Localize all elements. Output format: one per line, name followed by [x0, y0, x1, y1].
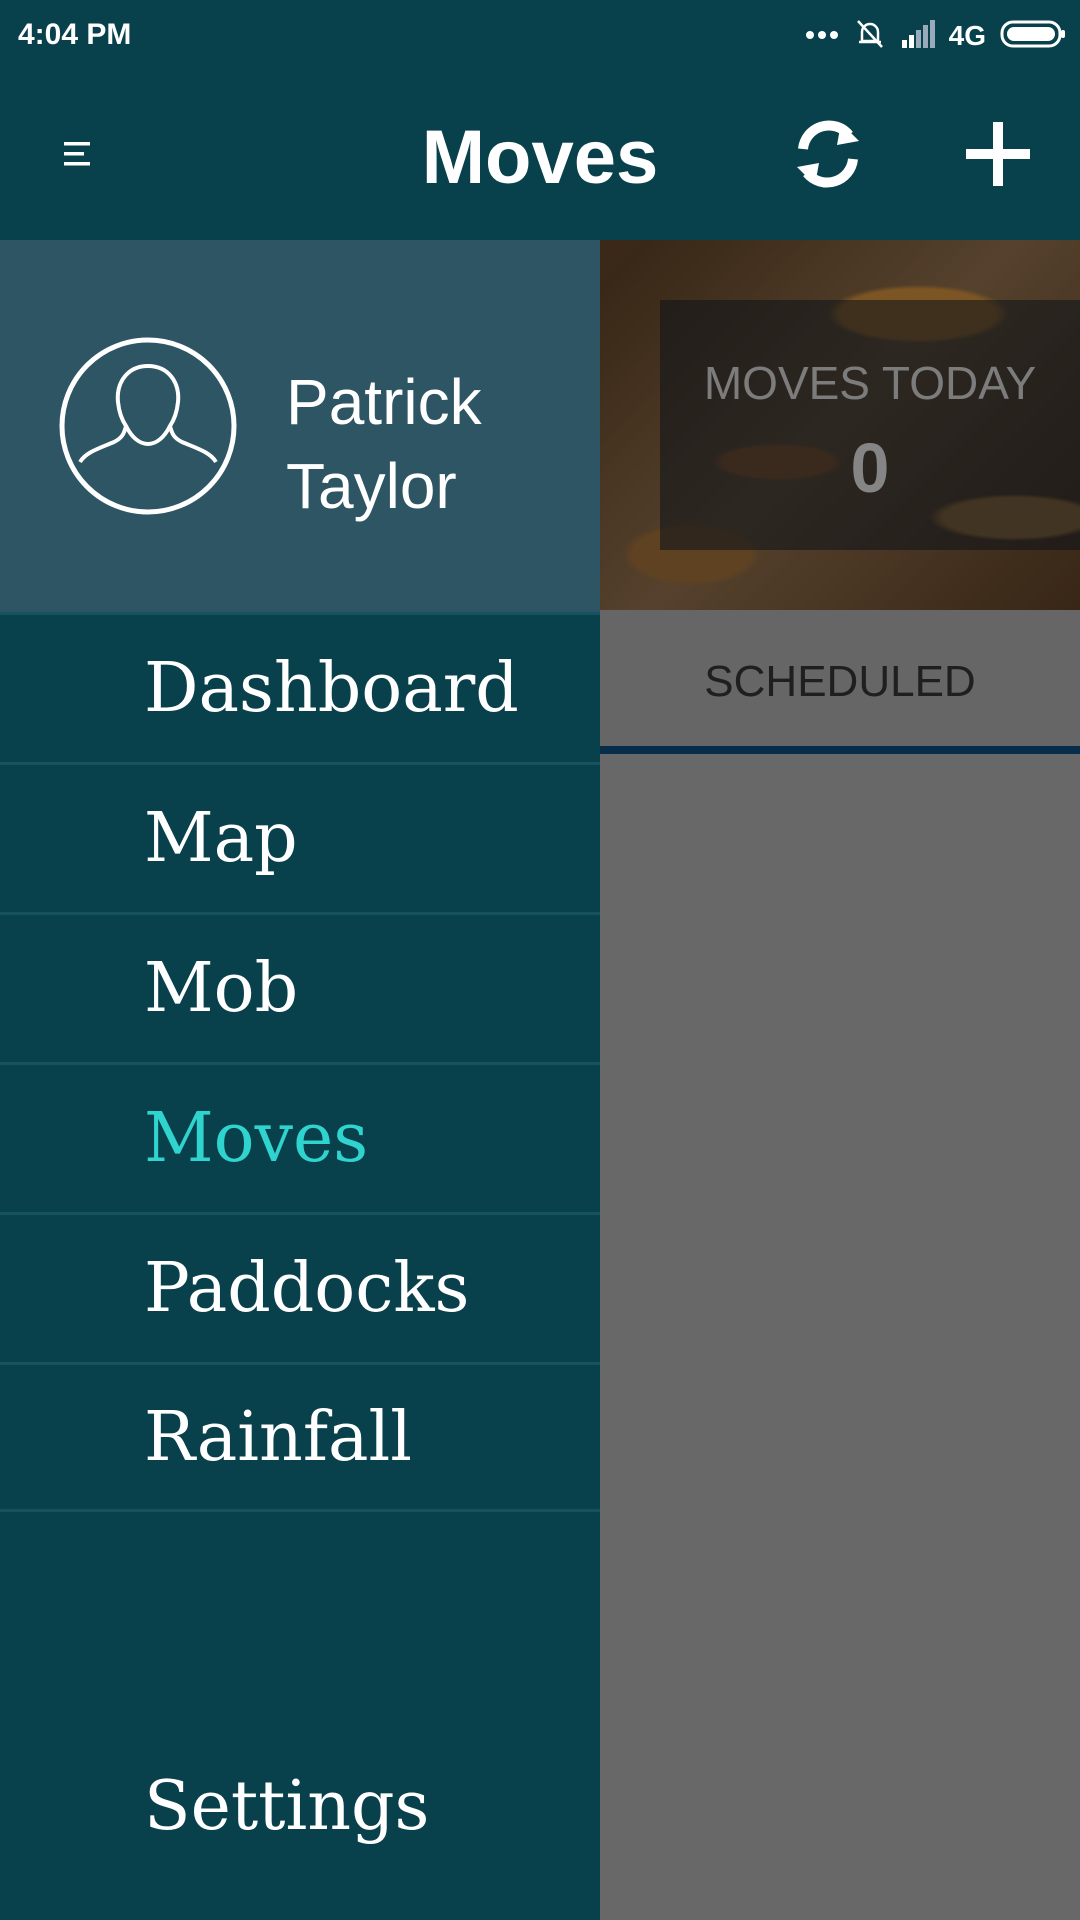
refresh-button[interactable]	[780, 114, 876, 198]
status-bar: 4:04 PM 4G	[0, 0, 1080, 72]
add-icon	[964, 120, 1032, 193]
nav-item-dashboard[interactable]: Dashboard	[0, 612, 600, 762]
nav-item-rainfall[interactable]: Rainfall	[0, 1362, 600, 1512]
nav-item-mob[interactable]: Mob	[0, 912, 600, 1062]
nav-item-paddocks[interactable]: Paddocks	[0, 1212, 600, 1362]
notifications-off-icon	[853, 17, 887, 56]
status-icons: 4G	[805, 18, 1066, 54]
page-title: Moves	[421, 115, 659, 200]
nav-list: Dashboard Map Mob Moves Paddocks Rainfal…	[0, 612, 600, 1512]
drawer-header: Patrick Taylor	[0, 240, 600, 612]
add-button[interactable]	[950, 112, 1046, 200]
user-name: Patrick Taylor	[286, 366, 482, 522]
battery-icon	[1000, 19, 1066, 54]
app-bar: Moves	[0, 72, 1080, 240]
person-silhouette-icon	[58, 337, 238, 520]
nav-item-map[interactable]: Map	[0, 762, 600, 912]
status-time: 4:04 PM	[18, 18, 132, 51]
refresh-icon	[785, 117, 871, 196]
nav-item-settings[interactable]: Settings	[0, 1746, 600, 1866]
signal-icon	[901, 19, 935, 53]
nav-item-moves[interactable]: Moves	[0, 1062, 600, 1212]
more-dots-icon	[805, 27, 839, 45]
navigation-drawer: Patrick Taylor Dashboard Map Mob Moves P…	[0, 240, 600, 1920]
network-type: 4G	[948, 20, 986, 51]
avatar	[58, 336, 238, 516]
